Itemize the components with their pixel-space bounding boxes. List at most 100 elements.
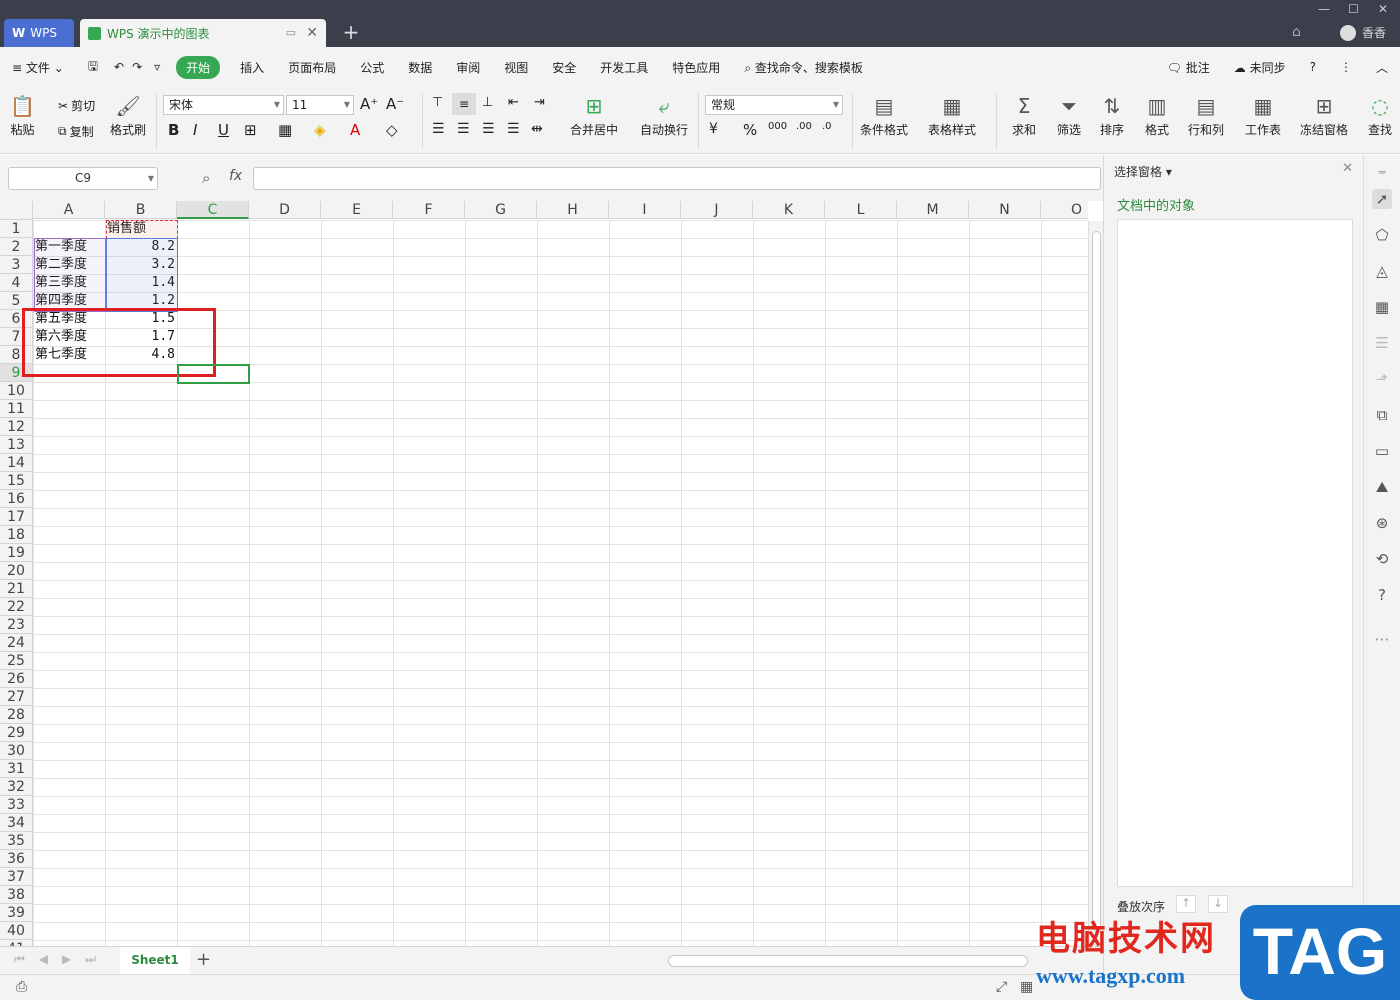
column-header-n[interactable]: N xyxy=(969,201,1041,219)
zoom-formula-icon[interactable]: ⌕ xyxy=(202,169,210,187)
align-center-icon[interactable]: ☰ xyxy=(457,121,470,137)
bold-icon[interactable]: B xyxy=(168,121,179,139)
row-header-37[interactable]: 37 xyxy=(0,868,33,886)
sheet-tab-sheet1[interactable]: Sheet1 xyxy=(120,947,190,974)
add-sheet-icon[interactable]: + xyxy=(196,949,211,970)
font-color-icon[interactable]: A xyxy=(350,121,360,139)
row-header-32[interactable]: 32 xyxy=(0,778,33,796)
image-icon[interactable]: ⛰ xyxy=(1372,477,1392,497)
row-header-26[interactable]: 26 xyxy=(0,670,33,688)
selection-pane-title[interactable]: 选择窗格 ▾ xyxy=(1114,163,1172,180)
row-header-19[interactable]: 19 xyxy=(0,544,33,562)
tab-home[interactable]: 开始 xyxy=(176,55,221,79)
cell-style-icon[interactable]: ▦ xyxy=(278,121,292,139)
history-icon[interactable]: ⟲ xyxy=(1372,549,1392,569)
underline-icon[interactable]: U xyxy=(218,121,229,139)
close-tab-icon[interactable]: ✕ xyxy=(306,25,318,41)
tab-formulas[interactable]: 公式 xyxy=(348,59,396,76)
filter-button[interactable]: ⏷ 筛选 xyxy=(1057,91,1081,138)
tab-view[interactable]: 视图 xyxy=(492,59,540,76)
increase-indent-icon[interactable]: ⇥ xyxy=(534,95,545,110)
close-pane-icon[interactable]: ✕ xyxy=(1342,161,1353,176)
eraser-icon[interactable]: ◇ xyxy=(386,121,398,139)
archive-icon[interactable]: ▭ xyxy=(1372,441,1392,461)
minimize-icon[interactable]: — xyxy=(1318,2,1330,16)
row-header-14[interactable]: 14 xyxy=(0,454,33,472)
row-header-39[interactable]: 39 xyxy=(0,904,33,922)
row-header-2[interactable]: 2 xyxy=(0,238,33,256)
align-top-icon[interactable]: ⊤ xyxy=(432,95,443,110)
more-icon[interactable]: ⋮ xyxy=(1328,60,1364,74)
row-header-34[interactable]: 34 xyxy=(0,814,33,832)
row-header-4[interactable]: 4 xyxy=(0,274,33,292)
column-header-g[interactable]: G xyxy=(465,201,537,219)
style-icon[interactable]: ◬ xyxy=(1372,261,1392,281)
sync-button[interactable]: ☁ 未同步 xyxy=(1222,59,1298,76)
sheet-nav-arrows-icon[interactable]: ⏮◀▶⏭ xyxy=(14,952,110,967)
row-header-16[interactable]: 16 xyxy=(0,490,33,508)
row-header-15[interactable]: 15 xyxy=(0,472,33,490)
chart-icon[interactable]: ⬏ xyxy=(1372,369,1392,389)
vertical-scrollbar[interactable] xyxy=(1088,221,1103,946)
row-header-35[interactable]: 35 xyxy=(0,832,33,850)
row-header-27[interactable]: 27 xyxy=(0,688,33,706)
justify-icon[interactable]: ☰ xyxy=(507,121,520,137)
column-header-f[interactable]: F xyxy=(393,201,465,219)
spreadsheet-grid[interactable]: ABCDEFGHIJKLMNO 1 2 3 4 5 6 7 8 9 10 11 12 13 14 15 16 1… xyxy=(0,201,1088,946)
row-header-18[interactable]: 18 xyxy=(0,526,33,544)
percent-icon[interactable]: % xyxy=(743,121,757,139)
fullscreen-icon[interactable]: ⤢ xyxy=(996,979,1007,995)
redo-icon[interactable]: ↷ xyxy=(128,60,146,74)
align-left-icon[interactable]: ☰ xyxy=(432,121,445,137)
row-column-button[interactable]: ▤ 行和列 xyxy=(1188,91,1224,138)
column-header-m[interactable]: M xyxy=(897,201,969,219)
paste-button[interactable]: 📋 粘贴 xyxy=(10,91,35,138)
column-header-a[interactable]: A xyxy=(33,201,105,219)
font-size-select[interactable]: 11 ▼ xyxy=(286,95,354,115)
select-cursor-icon[interactable]: ➚ xyxy=(1372,189,1392,209)
decrease-indent-icon[interactable]: ⇤ xyxy=(508,95,519,110)
skin-icon[interactable]: ⌂ xyxy=(1292,24,1301,40)
row-header-21[interactable]: 21 xyxy=(0,580,33,598)
align-middle-icon[interactable]: ≡ xyxy=(452,93,476,115)
tab-security[interactable]: 安全 xyxy=(540,59,588,76)
tab-page-layout[interactable]: 页面布局 xyxy=(276,59,348,76)
undo-icon[interactable]: ↶ xyxy=(110,60,128,74)
horizontal-scrollbar[interactable] xyxy=(668,955,1028,967)
row-header-23[interactable]: 23 xyxy=(0,616,33,634)
row-header-20[interactable]: 20 xyxy=(0,562,33,580)
document-tab[interactable]: WPS 演示中的图表 ▭ ✕ xyxy=(80,19,326,47)
currency-icon[interactable]: ¥ xyxy=(709,121,718,137)
align-right-icon[interactable]: ☰ xyxy=(482,121,495,137)
download-icon[interactable]: ⊛ xyxy=(1372,513,1392,533)
picture-gallery-icon[interactable]: ⧉ xyxy=(1372,405,1392,425)
shapes-icon[interactable]: ⬠ xyxy=(1372,225,1392,245)
increase-decimal-icon[interactable]: .00 xyxy=(796,121,812,132)
sort-button[interactable]: ⇅ 排序 xyxy=(1100,91,1124,138)
decrease-decimal-icon[interactable]: .0 xyxy=(822,121,832,132)
table-icon[interactable]: ▦ xyxy=(1372,297,1392,317)
shrink-font-icon[interactable]: A⁻ xyxy=(386,95,404,113)
row-header-31[interactable]: 31 xyxy=(0,760,33,778)
new-tab-button[interactable]: + xyxy=(340,20,362,44)
fill-color-icon[interactable]: ◈ xyxy=(314,121,326,139)
help-circle-icon[interactable]: ? xyxy=(1372,585,1392,605)
close-window-icon[interactable]: ✕ xyxy=(1378,2,1388,16)
column-header-l[interactable]: L xyxy=(825,201,897,219)
collapse-ribbon-icon[interactable]: ︿ xyxy=(1364,59,1400,76)
row-header-36[interactable]: 36 xyxy=(0,850,33,868)
row-header-29[interactable]: 29 xyxy=(0,724,33,742)
select-all-corner[interactable] xyxy=(0,201,33,220)
row-header-22[interactable]: 22 xyxy=(0,598,33,616)
tab-review[interactable]: 审阅 xyxy=(444,59,492,76)
column-header-o[interactable]: O xyxy=(1041,201,1088,219)
column-header-e[interactable]: E xyxy=(321,201,393,219)
properties-icon[interactable]: ☰ xyxy=(1372,333,1392,353)
font-name-select[interactable]: 宋体 ▼ xyxy=(163,95,284,115)
maximize-icon[interactable]: ☐ xyxy=(1348,2,1359,16)
row-header-3[interactable]: 3 xyxy=(0,256,33,274)
column-header-b[interactable]: B xyxy=(105,201,177,219)
file-menu[interactable]: ≡ 文件 ⌄ xyxy=(0,59,76,76)
more-options-icon[interactable]: ⋯ xyxy=(1372,629,1392,649)
thousands-icon[interactable]: 000 xyxy=(768,121,787,132)
